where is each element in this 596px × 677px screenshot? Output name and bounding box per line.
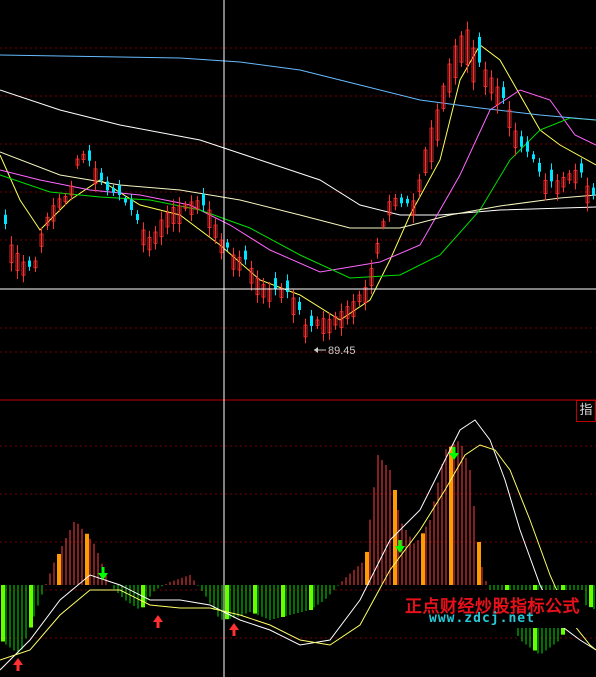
watermark-url: www.zdcj.net	[429, 611, 535, 626]
candle-body	[226, 242, 229, 248]
indicator-bar	[57, 554, 61, 585]
candle-body	[502, 87, 505, 98]
candle-body	[478, 36, 481, 63]
indicator-bar	[421, 533, 425, 585]
candle-body	[112, 188, 115, 193]
candle-body	[4, 214, 7, 224]
candle-body	[100, 172, 103, 181]
buy-signal-arrow	[156, 622, 160, 628]
candle-body	[118, 185, 121, 195]
sell-signal-arrow	[452, 447, 456, 453]
indicator-bar	[449, 446, 453, 585]
candle-body	[310, 315, 313, 326]
buy-signal-arrow	[13, 658, 23, 665]
candle-body	[592, 187, 595, 195]
candle-body	[202, 194, 205, 206]
candle-body	[244, 250, 247, 260]
indicator-bar	[477, 542, 481, 585]
candle-body	[520, 136, 523, 147]
buy-signal-arrow	[16, 665, 20, 671]
buy-signal-arrow	[232, 630, 236, 636]
candle-body	[406, 198, 409, 204]
indicator-bar	[1, 585, 5, 642]
indicator-panel-tab[interactable]: 指	[576, 400, 596, 422]
indicator-bar	[365, 551, 369, 585]
chart-stage: 89.45 指 正点财经炒股指标公式 www.zdcj.net	[0, 0, 596, 677]
buy-signal-arrow	[153, 615, 163, 622]
candle-body	[532, 154, 535, 160]
indicator-bar	[589, 585, 593, 608]
candle-body	[580, 163, 583, 173]
watermark: 正点财经炒股指标公式 www.zdcj.net	[401, 590, 584, 628]
candle-body	[106, 181, 109, 191]
price-ma-line	[0, 44, 596, 321]
indicator-bar	[281, 585, 285, 617]
indicator-bar	[393, 490, 397, 585]
candle-body	[130, 199, 133, 210]
sell-signal-arrow	[398, 540, 402, 546]
candle-body	[526, 141, 529, 152]
indicator-bar	[29, 585, 33, 628]
candle-body	[400, 197, 403, 204]
indicator-bar	[253, 585, 257, 614]
candle-body	[298, 301, 301, 310]
candle-body	[88, 150, 91, 161]
candle-body	[538, 162, 541, 172]
price-ma-line	[0, 54, 596, 121]
candle-body	[136, 213, 139, 220]
candle-body	[286, 280, 289, 292]
stock-chart[interactable]: 89.45	[0, 0, 596, 677]
price-ma-line	[0, 117, 596, 279]
low-price-label: 89.45	[328, 345, 356, 357]
buy-signal-arrow	[229, 623, 239, 630]
sell-signal-arrow	[101, 567, 105, 573]
candle-body	[124, 198, 127, 203]
candle-body	[28, 260, 31, 267]
indicator-bar	[309, 585, 313, 610]
candle-body	[274, 278, 277, 290]
candle-body	[550, 169, 553, 182]
indicator-fast-line	[0, 419, 596, 671]
